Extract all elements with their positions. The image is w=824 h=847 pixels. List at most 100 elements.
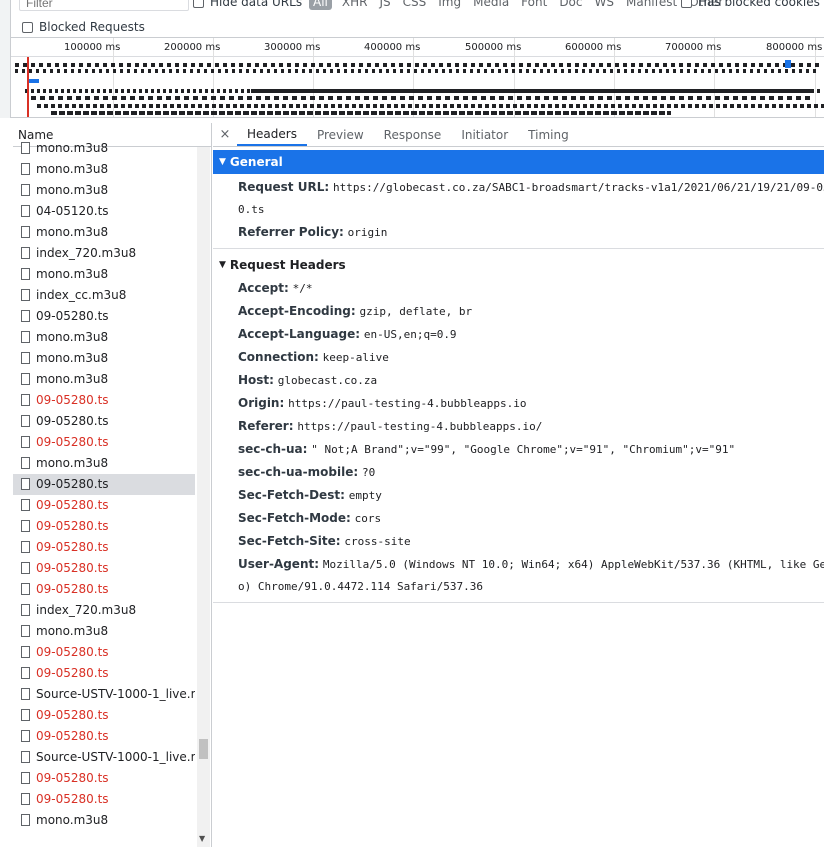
request-row[interactable]: 09-05280.ts <box>13 579 195 600</box>
file-icon <box>21 310 30 322</box>
file-icon <box>21 436 30 448</box>
request-header-row: Accept: */* <box>213 277 824 300</box>
request-bars-row <box>29 79 39 83</box>
scroll-down-arrow-icon[interactable]: ▼ <box>199 834 205 843</box>
request-row[interactable]: 09-05280.ts <box>13 663 195 684</box>
request-row[interactable]: mono.m3u8 <box>13 621 195 642</box>
file-icon <box>21 331 30 343</box>
file-icon <box>21 394 30 406</box>
timeline-cursor[interactable] <box>27 57 29 117</box>
file-icon <box>21 604 30 616</box>
request-row[interactable]: Source-USTV-1000-1_live.m3u8 <box>13 684 195 705</box>
request-row[interactable]: mono.m3u8 <box>13 180 195 201</box>
request-header-row: Accept-Encoding: gzip, deflate, br <box>213 300 824 323</box>
type-filter-doc[interactable]: Doc <box>553 0 588 10</box>
has-blocked-cookies-label: Has blocked cookies <box>698 0 820 9</box>
header-value: globecast.co.za <box>277 374 378 387</box>
tab-timing[interactable]: Timing <box>518 123 579 146</box>
request-header-row: Sec-Fetch-Dest: empty <box>213 484 824 507</box>
file-icon <box>21 163 30 175</box>
request-bars-row <box>37 104 824 108</box>
request-row[interactable]: mono.m3u8 <box>13 453 195 474</box>
checkbox-box[interactable] <box>22 21 33 33</box>
request-row[interactable]: 09-05280.ts <box>13 306 195 327</box>
request-row[interactable]: index_720.m3u8 <box>13 243 195 264</box>
header-name: Origin: <box>238 396 285 410</box>
request-row[interactable]: mono.m3u8 <box>13 138 195 159</box>
request-row[interactable]: 09-05280.ts <box>13 705 195 726</box>
request-name: 09-05280.ts <box>36 561 109 575</box>
type-filter-xhr[interactable]: XHR <box>336 0 374 10</box>
request-row[interactable]: mono.m3u8 <box>13 327 195 348</box>
request-bars-row <box>785 60 791 68</box>
request-row[interactable]: mono.m3u8 <box>13 264 195 285</box>
file-icon <box>21 541 30 553</box>
request-row[interactable]: 09-05280.ts <box>13 390 195 411</box>
request-name: 09-05280.ts <box>36 519 109 533</box>
type-filter-font[interactable]: Font <box>515 0 553 10</box>
header-value: " Not;A Brand";v="99", "Google Chrome";v… <box>311 443 736 456</box>
tab-initiator[interactable]: Initiator <box>451 123 518 146</box>
blocked-requests-checkbox[interactable]: Blocked Requests <box>22 20 145 34</box>
type-filter-all[interactable]: All <box>309 0 332 10</box>
request-row[interactable]: mono.m3u8 <box>13 810 195 831</box>
request-row[interactable]: index_720.m3u8 <box>13 600 195 621</box>
request-row[interactable]: 09-05280.ts <box>13 537 195 558</box>
header-name: sec-ch-ua: <box>238 442 308 456</box>
request-row[interactable]: mono.m3u8 <box>13 348 195 369</box>
header-name: Accept-Language: <box>238 327 361 341</box>
checkbox-box[interactable] <box>193 0 204 8</box>
request-row[interactable]: mono.m3u8 <box>13 222 195 243</box>
request-row[interactable]: 09-05280.ts <box>13 411 195 432</box>
type-filter-img[interactable]: Img <box>432 0 467 10</box>
request-row[interactable]: mono.m3u8 <box>13 159 195 180</box>
tick-label: 700000 ms <box>665 42 722 53</box>
request-row[interactable]: mono.m3u8 <box>13 369 195 390</box>
request-list-scrollbar[interactable]: ▼ <box>197 147 210 847</box>
request-row[interactable]: 09-05280.ts <box>13 495 195 516</box>
request-name: 09-05280.ts <box>36 729 109 743</box>
request-row[interactable]: index_cc.m3u8 <box>13 285 195 306</box>
request-row[interactable]: 09-05280.ts <box>13 726 195 747</box>
checkbox-box[interactable] <box>681 0 692 8</box>
close-icon[interactable]: × <box>213 123 237 146</box>
request-header-row: sec-ch-ua: " Not;A Brand";v="99", "Googl… <box>213 438 824 461</box>
request-row[interactable]: 09-05280.ts <box>13 789 195 810</box>
request-row[interactable]: 09-05280.ts <box>13 516 195 537</box>
tab-response[interactable]: Response <box>374 123 452 146</box>
timeline-overview[interactable]: 100000 ms 200000 ms 300000 ms 400000 ms … <box>11 38 824 118</box>
request-row[interactable]: 09-05280.ts <box>13 432 195 453</box>
general-section-header[interactable]: ▼ General <box>213 150 824 174</box>
request-name: index_cc.m3u8 <box>36 288 127 302</box>
request-name: mono.m3u8 <box>36 183 109 197</box>
type-filter-ws[interactable]: WS <box>589 0 620 10</box>
request-header-row: Origin: https://paul-testing-4.bubbleapp… <box>213 392 824 415</box>
request-row[interactable]: 09-05280.ts <box>13 474 195 495</box>
has-blocked-cookies-checkbox[interactable]: Has blocked cookies <box>681 0 820 9</box>
filter-bar: Hide data URLs All XHR JS CSS Img Media … <box>11 0 824 38</box>
request-row[interactable]: 09-05280.ts <box>13 642 195 663</box>
type-filter-js[interactable]: JS <box>373 0 396 10</box>
filter-input[interactable] <box>19 0 189 11</box>
user-agent-continuation: o) Chrome/91.0.4472.114 Safari/537.36 <box>238 580 484 593</box>
header-value: empty <box>348 489 382 502</box>
tab-preview[interactable]: Preview <box>307 123 374 146</box>
request-headers-section-header[interactable]: ▼ Request Headers <box>213 253 824 277</box>
type-filter-manifest[interactable]: Manifest <box>620 0 683 10</box>
header-name: Sec-Fetch-Dest: <box>238 488 345 502</box>
request-row[interactable]: Source-USTV-1000-1_live.m3u8 <box>13 747 195 768</box>
type-filter-media[interactable]: Media <box>467 0 515 10</box>
request-name: mono.m3u8 <box>36 267 109 281</box>
referrer-policy-value: origin <box>347 226 388 239</box>
file-icon <box>21 268 30 280</box>
request-header-row: Connection: keep-alive <box>213 346 824 369</box>
type-filter-css[interactable]: CSS <box>397 0 433 10</box>
request-name: 09-05280.ts <box>36 393 109 407</box>
hide-data-urls-checkbox[interactable]: Hide data URLs <box>193 0 302 9</box>
scrollbar-thumb[interactable] <box>199 739 208 759</box>
file-icon <box>21 205 30 217</box>
tab-headers[interactable]: Headers <box>237 123 307 146</box>
request-row[interactable]: 04-05120.ts <box>13 201 195 222</box>
request-row[interactable]: 09-05280.ts <box>13 558 195 579</box>
request-row[interactable]: 09-05280.ts <box>13 768 195 789</box>
